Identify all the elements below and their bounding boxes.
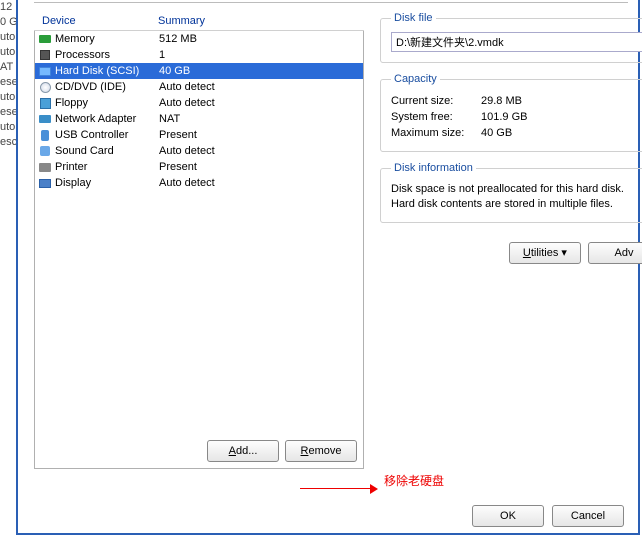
capacity-value: 101.9 GB: [481, 111, 527, 123]
device-summary: Present: [159, 129, 361, 141]
remove-button[interactable]: Remove: [285, 440, 357, 462]
device-row[interactable]: DisplayAuto detect: [35, 175, 363, 191]
capacity-label: Current size:: [391, 95, 481, 107]
device-row[interactable]: Processors1: [35, 47, 363, 63]
capacity-label: System free:: [391, 111, 481, 123]
disk-info-legend: Disk information: [391, 162, 476, 174]
disk-file-path-input[interactable]: [391, 32, 642, 52]
capacity-row: Maximum size:40 GB: [391, 125, 642, 141]
device-label: Printer: [55, 161, 159, 173]
device-summary: Present: [159, 161, 361, 173]
device-label: Network Adapter: [55, 113, 159, 125]
cancel-button[interactable]: Cancel: [552, 505, 624, 527]
device-panel: Device Summary Memory512 MBProcessors1Ha…: [34, 12, 364, 469]
device-summary: 512 MB: [159, 33, 361, 45]
device-summary: Auto detect: [159, 145, 361, 157]
capacity-legend: Capacity: [391, 73, 440, 85]
device-summary: Auto detect: [159, 97, 361, 109]
display-icon: [37, 176, 53, 190]
column-header-summary[interactable]: Summary: [158, 15, 360, 27]
annotation-text: 移除老硬盘: [384, 472, 444, 489]
device-row[interactable]: CD/DVD (IDE)Auto detect: [35, 79, 363, 95]
cd-icon: [37, 80, 53, 94]
device-list-header: Device Summary: [34, 12, 364, 31]
device-row[interactable]: FloppyAuto detect: [35, 95, 363, 111]
capacity-value: 40 GB: [481, 127, 512, 139]
capacity-row: System free:101.9 GB: [391, 109, 642, 125]
capacity-row: Current size:29.8 MB: [391, 93, 642, 109]
device-summary: 40 GB: [159, 65, 361, 77]
disk-info-line2: Hard disk contents are stored in multipl…: [391, 197, 642, 212]
device-row[interactable]: Network AdapterNAT: [35, 111, 363, 127]
cpu-icon: [37, 48, 53, 62]
network-icon: [37, 112, 53, 126]
device-label: Memory: [55, 33, 159, 45]
device-summary: NAT: [159, 113, 361, 125]
truncated-left-edge: 12 M0 GButoutoATeseutoeseutoesc: [0, 0, 16, 537]
device-summary: Auto detect: [159, 177, 361, 189]
device-row[interactable]: USB ControllerPresent: [35, 127, 363, 143]
disk-file-group: Disk file: [380, 12, 642, 63]
device-list[interactable]: Memory512 MBProcessors1Hard Disk (SCSI)4…: [34, 31, 364, 469]
column-header-device[interactable]: Device: [38, 15, 158, 27]
disk-file-legend: Disk file: [391, 12, 436, 24]
hdd-icon: [37, 64, 53, 78]
device-label: Sound Card: [55, 145, 159, 157]
device-row[interactable]: Memory512 MB: [35, 31, 363, 47]
device-label: CD/DVD (IDE): [55, 81, 159, 93]
device-row[interactable]: Sound CardAuto detect: [35, 143, 363, 159]
device-summary: Auto detect: [159, 81, 361, 93]
ok-button[interactable]: OK: [472, 505, 544, 527]
device-label: Display: [55, 177, 159, 189]
disk-info-line1: Disk space is not preallocated for this …: [391, 182, 642, 197]
utilities-button[interactable]: Utilities ▾: [509, 242, 581, 264]
annotation-arrow: [300, 484, 378, 494]
usb-icon: [37, 128, 53, 142]
device-label: USB Controller: [55, 129, 159, 141]
disk-information-group: Disk information Disk space is not preal…: [380, 162, 642, 223]
capacity-group: Capacity Current size:29.8 MBSystem free…: [380, 73, 642, 152]
sound-icon: [37, 144, 53, 158]
device-row[interactable]: Hard Disk (SCSI)40 GB: [35, 63, 363, 79]
memory-icon: [37, 32, 53, 46]
device-label: Processors: [55, 49, 159, 61]
capacity-value: 29.8 MB: [481, 95, 522, 107]
advanced-button[interactable]: Adv: [588, 242, 642, 264]
separator: [34, 2, 628, 4]
add-button[interactable]: Add...: [207, 440, 279, 462]
printer-icon: [37, 160, 53, 174]
floppy-icon: [37, 96, 53, 110]
capacity-label: Maximum size:: [391, 127, 481, 139]
device-label: Hard Disk (SCSI): [55, 65, 159, 77]
device-summary: 1: [159, 49, 361, 61]
device-row[interactable]: PrinterPresent: [35, 159, 363, 175]
device-label: Floppy: [55, 97, 159, 109]
